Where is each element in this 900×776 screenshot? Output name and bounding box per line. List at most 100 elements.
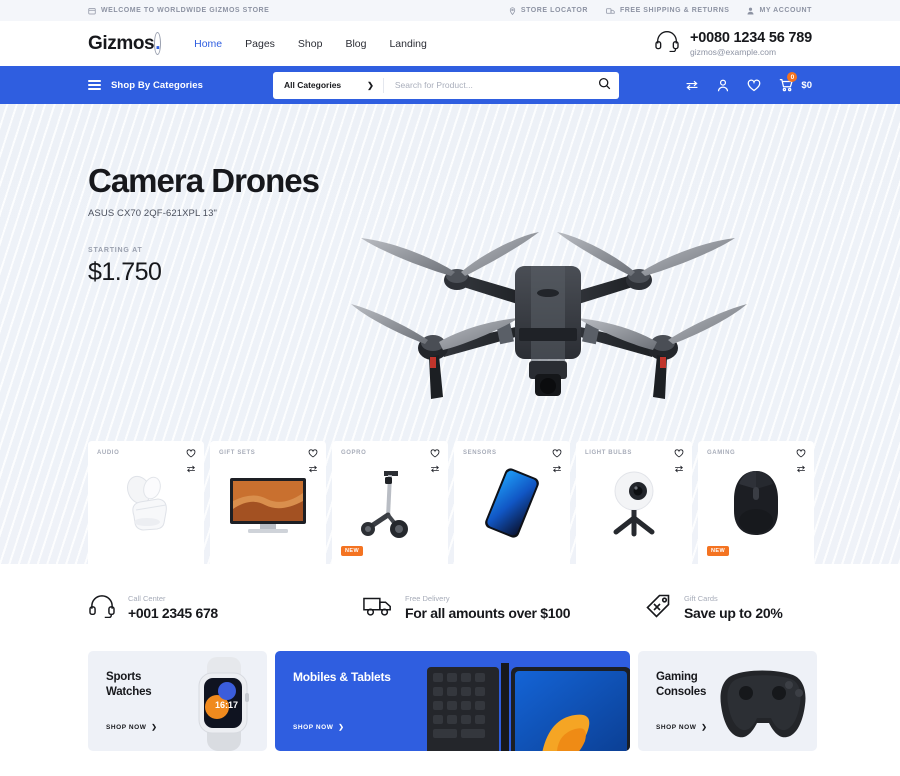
- top-link-free-shipping[interactable]: FREE SHIPPING & RETURNS: [606, 7, 730, 15]
- promo-mobiles-tablets[interactable]: Mobiles & Tablets SHOP NOW ❯: [275, 651, 630, 751]
- compare-icon[interactable]: [308, 465, 318, 473]
- product-category: GOPRO: [341, 450, 367, 456]
- promo-title-line1: Sports: [106, 671, 142, 683]
- shop-by-categories-button[interactable]: Shop By Categories: [88, 80, 203, 91]
- site-header: Gizmos. Home Pages Shop Blog Landing +00…: [0, 21, 900, 66]
- top-link-store-locator[interactable]: STORE LOCATOR: [509, 6, 588, 15]
- promo-cta-label: SHOP NOW: [656, 723, 697, 731]
- compare-icon[interactable]: [430, 465, 440, 473]
- hero-title: Camera Drones: [88, 162, 320, 199]
- feature-value: Save up to 20%: [684, 605, 783, 622]
- product-category: SENSORS: [463, 450, 497, 456]
- cart-icon: 0: [779, 72, 798, 92]
- welcome-text: WELCOME TO WORLDWIDE GIZMOS STORE: [101, 7, 270, 14]
- site-logo[interactable]: Gizmos.: [88, 31, 162, 55]
- nav-item-landing[interactable]: Landing: [389, 38, 426, 50]
- header-email[interactable]: gizmos@example.com: [690, 47, 812, 58]
- scooter-image: [341, 460, 439, 546]
- search-button[interactable]: [589, 72, 619, 99]
- header-contact: +0080 1234 56 789 gizmos@example.com: [654, 29, 812, 58]
- feature-value: +001 2345 678: [128, 605, 218, 622]
- feature-gift-cards: Gift Cards Save up to 20%: [646, 594, 783, 623]
- product-card[interactable]: GOPRO NEW: [332, 441, 448, 564]
- top-link-label: STORE LOCATOR: [520, 7, 588, 14]
- nav-item-blog[interactable]: Blog: [345, 38, 366, 50]
- promo-title-line2: Watches: [106, 685, 152, 698]
- wishlist-heart-icon[interactable]: [430, 449, 440, 458]
- hero-price: $1.750: [88, 258, 162, 286]
- promo-title-line1: Mobiles & Tablets: [293, 670, 391, 684]
- shop-by-categories-label: Shop By Categories: [111, 79, 204, 91]
- features-strip: Call Center +001 2345 678 Free Delivery …: [0, 566, 900, 651]
- nav-item-shop[interactable]: Shop: [298, 38, 323, 50]
- chevron-right-icon: ❯: [338, 724, 345, 731]
- header-phone[interactable]: +0080 1234 56 789: [690, 29, 812, 47]
- feature-value: For all amounts over $100: [405, 605, 571, 622]
- promo-shop-now-link[interactable]: SHOP NOW ❯: [656, 723, 708, 732]
- feature-label: Call Center: [128, 594, 166, 604]
- product-category: LIGHT BULBS: [585, 450, 632, 456]
- compare-icon[interactable]: [552, 465, 562, 473]
- location-pin-icon: [509, 6, 516, 15]
- main-navigation: Home Pages Shop Blog Landing: [194, 38, 427, 50]
- cart-button[interactable]: 0 $0: [779, 72, 812, 92]
- product-actions: [674, 449, 684, 473]
- search-icon: [598, 77, 611, 93]
- promo-title-line2: Consoles: [656, 685, 707, 698]
- promo-shop-now-link[interactable]: SHOP NOW ❯: [106, 723, 157, 732]
- earbuds-image: [97, 460, 195, 546]
- product-category: GAMING: [707, 450, 736, 456]
- product-card[interactable]: AUDIO: [88, 441, 204, 564]
- product-actions: [430, 449, 440, 473]
- product-actions: [796, 449, 806, 473]
- promo-sports-watches[interactable]: Sports Watches SHOP NOW ❯ 16:17: [88, 651, 267, 751]
- search-input[interactable]: [383, 80, 589, 90]
- page-root: WELCOME TO WORLDWIDE GIZMOS STORE STORE …: [0, 0, 900, 776]
- hero-starting-at-label: STARTING AT: [88, 247, 143, 254]
- promo-gaming-consoles[interactable]: Gaming Consoles SHOP NOW ❯: [638, 651, 817, 751]
- top-link-my-account[interactable]: MY ACCOUNT: [747, 7, 812, 15]
- product-card[interactable]: GIFT SETS: [210, 441, 326, 564]
- logo-dot: .: [154, 31, 162, 55]
- compare-icon[interactable]: [796, 465, 806, 473]
- top-link-label: MY ACCOUNT: [759, 7, 812, 14]
- wishlist-heart-icon[interactable]: [186, 449, 196, 458]
- top-link-label: FREE SHIPPING & RETURNS: [619, 7, 730, 14]
- svg-text:16:17: 16:17: [215, 700, 238, 710]
- wishlist-heart-icon[interactable]: [552, 449, 562, 458]
- category-select[interactable]: All Categories ❯: [273, 72, 383, 99]
- category-select-value: All Categories: [284, 80, 342, 90]
- wishlist-heart-icon[interactable]: [308, 449, 318, 458]
- product-card[interactable]: SENSORS: [454, 441, 570, 564]
- nav-item-home[interactable]: Home: [194, 38, 222, 50]
- wishlist-heart-icon[interactable]: [747, 79, 761, 92]
- promo-shop-now-link[interactable]: SHOP NOW ❯: [293, 723, 345, 732]
- product-actions: [552, 449, 562, 473]
- product-new-badge: NEW: [341, 546, 364, 556]
- feature-label: Gift Cards: [684, 594, 718, 604]
- product-card[interactable]: LIGHT BULBS: [576, 441, 692, 564]
- feature-call-center: Call Center +001 2345 678: [88, 594, 363, 623]
- nav-item-pages[interactable]: Pages: [245, 38, 275, 50]
- headset-icon: [88, 594, 116, 623]
- feature-free-delivery: Free Delivery For all amounts over $100: [363, 594, 646, 623]
- compare-icon[interactable]: [674, 465, 684, 473]
- product-card[interactable]: GAMING NEW: [698, 441, 814, 564]
- wishlist-heart-icon[interactable]: [674, 449, 684, 458]
- user-account-icon[interactable]: [717, 79, 729, 92]
- product-category: AUDIO: [97, 450, 120, 456]
- cart-total: $0: [801, 79, 812, 91]
- promo-title-line1: Gaming: [656, 671, 698, 683]
- logo-text: Gizmos: [88, 32, 155, 54]
- compare-icon[interactable]: [685, 80, 699, 91]
- product-new-badge: NEW: [707, 546, 730, 556]
- chevron-right-icon: ❯: [367, 80, 374, 90]
- hamburger-icon: [88, 80, 101, 90]
- product-carousel: AUDIO GIFT SETS GOPRO NEW SENSORS LIGHT …: [88, 441, 814, 564]
- wishlist-heart-icon[interactable]: [796, 449, 806, 458]
- chevron-right-icon: ❯: [701, 724, 708, 731]
- header-action-icons: 0 $0: [685, 72, 812, 92]
- compare-icon[interactable]: [186, 465, 196, 473]
- hero-text-block: Camera Drones ASUS CX70 2QF-621XPL 13" S…: [88, 162, 320, 287]
- cart-count-badge: 0: [787, 72, 798, 82]
